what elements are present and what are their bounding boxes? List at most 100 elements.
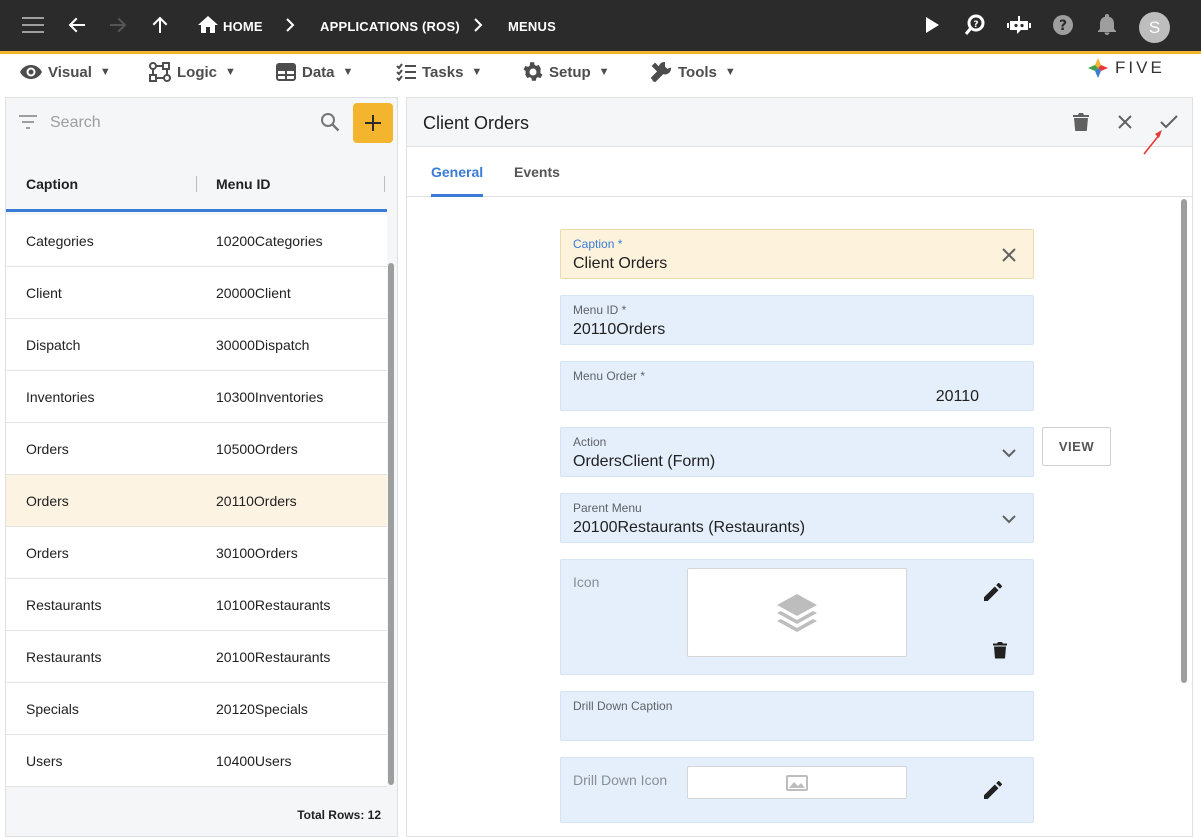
five-logo-icon	[1088, 58, 1108, 78]
row-caption: Orders	[26, 441, 69, 457]
list-scrollbar[interactable]	[388, 263, 394, 785]
list-row[interactable]: Orders 10500Orders	[6, 423, 387, 475]
menu-bar: Visual ▼ Logic ▼ Data ▼ Tasks ▼ Setup ▼ Tools…	[0, 54, 1201, 96]
row-menu-id: 10100Restaurants	[216, 597, 331, 613]
top-bar: HOME APPLICATIONS (ROS) MENUS ? ? S	[0, 0, 1201, 54]
layers-icon	[777, 593, 817, 632]
five-logo-text: FIVE	[1115, 58, 1165, 77]
parent-menu-select[interactable]: Parent Menu 20100Restaurants (Restaurant…	[560, 493, 1034, 543]
add-button[interactable]	[353, 103, 393, 143]
menu-logic[interactable]: Logic ▼	[149, 62, 236, 82]
row-caption: Orders	[26, 493, 69, 509]
menu-order-field[interactable]: Menu Order * 20110	[560, 361, 1034, 411]
tab-general[interactable]: General	[431, 164, 483, 180]
active-tab-indicator	[431, 194, 483, 197]
menu-tasks[interactable]: Tasks ▼	[396, 62, 482, 82]
bell-icon[interactable]	[1094, 12, 1120, 38]
image-icon	[786, 774, 808, 791]
filter-icon[interactable]	[18, 114, 38, 130]
row-caption: Dispatch	[26, 337, 81, 353]
menu-icon[interactable]	[20, 12, 46, 38]
list-row[interactable]: Inventories 10300Inventories	[6, 371, 387, 423]
breadcrumb-menus[interactable]: MENUS	[508, 19, 556, 34]
menu-tools[interactable]: Tools ▼	[651, 61, 736, 82]
chevron-right-icon	[474, 18, 483, 32]
caption-field[interactable]: Caption * Client Orders	[560, 229, 1034, 279]
action-label: Action	[573, 435, 607, 449]
list-row[interactable]: Categories 10200Categories	[6, 215, 387, 267]
chat-bot-icon[interactable]	[1006, 12, 1032, 38]
forward-arrow-icon[interactable]	[105, 12, 131, 38]
column-divider[interactable]	[196, 176, 197, 192]
view-button[interactable]: VIEW	[1042, 427, 1111, 466]
form-tabs: General Events	[407, 148, 1192, 197]
edit-icon[interactable]	[981, 778, 1005, 802]
logic-icon	[149, 62, 171, 82]
tab-events[interactable]: Events	[514, 164, 560, 180]
list-row[interactable]: Orders 20110Orders	[6, 475, 387, 527]
search-input[interactable]	[50, 112, 310, 134]
plus-icon	[365, 115, 381, 131]
list-row[interactable]: Dispatch 30000Dispatch	[6, 319, 387, 371]
play-icon[interactable]	[919, 12, 945, 38]
chevron-down-icon[interactable]	[999, 443, 1019, 463]
menu-id-field[interactable]: Menu ID * 20110Orders	[560, 295, 1034, 345]
row-menu-id: 30000Dispatch	[216, 337, 310, 353]
column-header-menu-id[interactable]: Menu ID	[216, 176, 270, 192]
column-divider[interactable]	[384, 176, 385, 192]
list-row[interactable]: Restaurants 20100Restaurants	[6, 631, 387, 683]
table-icon	[276, 63, 296, 81]
menu-data[interactable]: Data ▼	[276, 62, 353, 82]
icon-field: Icon	[560, 559, 1034, 675]
tools-icon	[651, 61, 672, 82]
menu-order-value[interactable]: 20110	[936, 388, 979, 406]
chevron-down-icon[interactable]	[999, 509, 1019, 529]
column-header-caption[interactable]: Caption	[26, 176, 78, 192]
up-arrow-icon[interactable]	[147, 12, 173, 38]
caption-label: Caption *	[573, 237, 623, 251]
clear-icon[interactable]	[999, 245, 1019, 265]
breadcrumb-home[interactable]: HOME	[223, 19, 263, 34]
search-help-icon[interactable]: ?	[962, 12, 988, 38]
row-menu-id: 30100Orders	[216, 545, 298, 561]
trash-icon	[1073, 112, 1089, 131]
action-value[interactable]: OrdersClient (Form)	[573, 453, 715, 471]
row-caption: Restaurants	[26, 597, 102, 613]
menu-list-panel: Caption Menu ID Categories 10200Categorie…	[5, 97, 398, 837]
list-row[interactable]: Orders 30100Orders	[6, 527, 387, 579]
breadcrumb-applications[interactable]: APPLICATIONS (ROS)	[320, 19, 460, 34]
list-row[interactable]: Specials 20120Specials	[6, 683, 387, 735]
avatar[interactable]: S	[1139, 12, 1170, 43]
drill-down-caption-field[interactable]: Drill Down Caption	[560, 691, 1034, 741]
form-scrollbar[interactable]	[1181, 199, 1187, 683]
parent-menu-value[interactable]: 20100Restaurants (Restaurants)	[573, 519, 805, 537]
row-menu-id: 10200Categories	[216, 233, 323, 249]
trash-icon[interactable]	[988, 638, 1012, 662]
row-menu-id: 10500Orders	[216, 441, 298, 457]
help-icon[interactable]: ?	[1050, 12, 1076, 38]
back-arrow-icon[interactable]	[64, 12, 90, 38]
svg-text:?: ?	[973, 20, 978, 30]
menu-visual[interactable]: Visual ▼	[20, 62, 111, 82]
icon-preview[interactable]	[687, 568, 907, 657]
list-row[interactable]: Restaurants 10100Restaurants	[6, 579, 387, 631]
search-icon[interactable]	[320, 112, 340, 132]
action-select[interactable]: Action OrdersClient (Form)	[560, 427, 1034, 477]
menu-logic-label: Logic	[177, 63, 217, 81]
home-icon[interactable]	[195, 12, 221, 38]
menu-id-value[interactable]: 20110Orders	[573, 321, 665, 339]
row-menu-id: 10400Users	[216, 753, 292, 769]
drill-down-icon-preview[interactable]	[687, 766, 907, 799]
edit-icon[interactable]	[981, 580, 1005, 604]
list-row[interactable]: Client 20000Client	[6, 267, 387, 319]
eye-icon	[20, 65, 42, 79]
list-row[interactable]: Users 10400Users	[6, 735, 387, 787]
menu-setup[interactable]: Setup ▼	[523, 62, 610, 82]
row-menu-id: 20110Orders	[216, 493, 297, 509]
drill-down-icon-label: Drill Down Icon	[573, 772, 668, 788]
delete-button[interactable]	[1069, 110, 1093, 134]
form-header: Client Orders	[407, 98, 1192, 147]
close-button[interactable]	[1113, 110, 1137, 134]
drill-down-caption-label: Drill Down Caption	[573, 699, 673, 713]
caption-value[interactable]: Client Orders	[573, 255, 667, 273]
